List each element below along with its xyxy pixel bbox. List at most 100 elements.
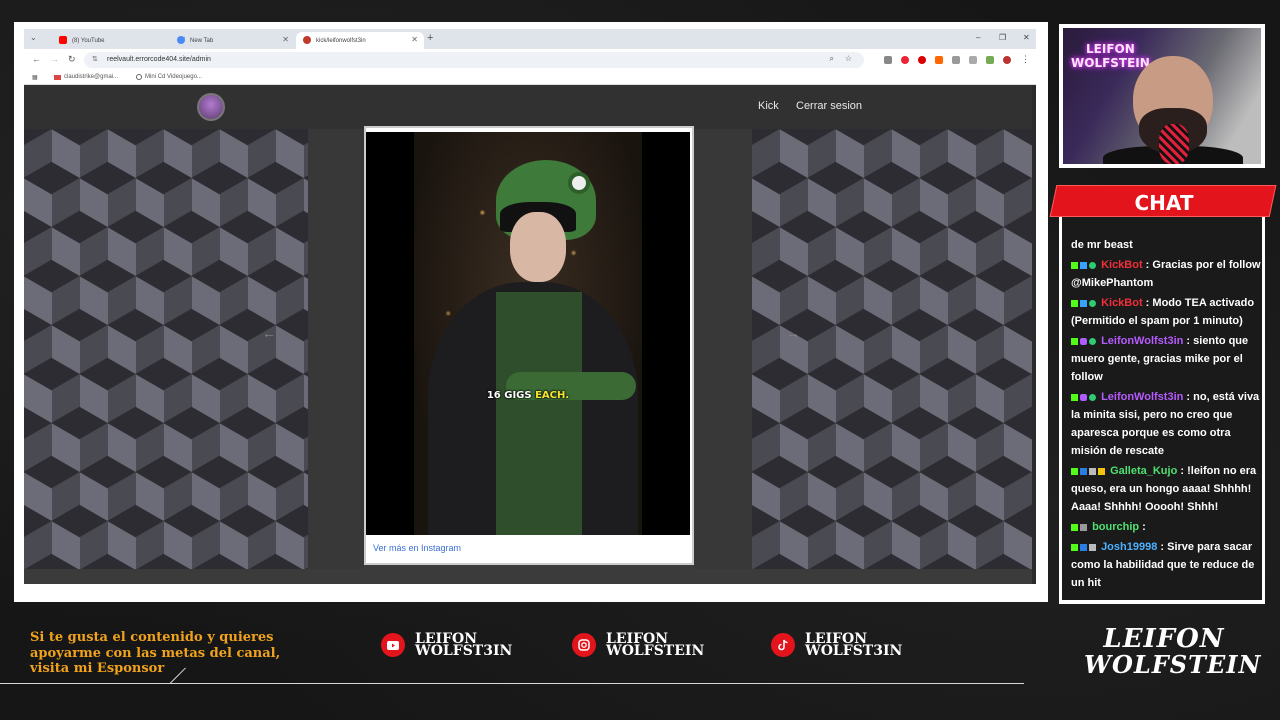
- window-close-icon[interactable]: ✕: [1023, 33, 1030, 42]
- webcam-frame: LEIFON WOLFSTEIN: [1059, 24, 1265, 168]
- zoom-search-icon[interactable]: ⌕: [830, 54, 834, 64]
- chat-username[interactable]: LeifonWolfst3in: [1101, 391, 1183, 403]
- neon-sign: LEIFON WOLFSTEIN: [1071, 42, 1150, 70]
- browser-window: ⌄ (8) YouTube ✕ New Tab ✕ kick/leifonwol…: [24, 29, 1036, 584]
- chat-username[interactable]: KickBot: [1101, 297, 1143, 309]
- profile-avatar-icon[interactable]: [1003, 56, 1011, 64]
- reload-icon[interactable]: ↻: [68, 54, 76, 65]
- chat-username[interactable]: LeifonWolfst3in: [1101, 335, 1183, 347]
- bookmarks-bar: ▦ claudistrike@gmai... Mini Cd Videojueg…: [24, 71, 1036, 85]
- url-text: reelvault.errorcode404.site/admin: [107, 56, 211, 63]
- tab-bar: ⌄ (8) YouTube ✕ New Tab ✕ kick/leifonwol…: [24, 29, 1036, 49]
- extension-icon[interactable]: [901, 56, 909, 64]
- chat-badge-icon: [1071, 337, 1078, 345]
- youtube-icon: [381, 633, 405, 657]
- chat-username[interactable]: Josh19998: [1101, 541, 1157, 553]
- background-pattern-left: [24, 129, 308, 569]
- back-arrow-icon[interactable]: ←: [32, 54, 41, 64]
- new-tab-plus-icon[interactable]: +: [427, 32, 433, 44]
- tab-kick-active[interactable]: kick/leifonwolfst3in ✕: [296, 32, 424, 49]
- neon-line: WOLFSTEIN: [1071, 56, 1150, 70]
- dim-overlay: [308, 129, 364, 569]
- close-tab-icon[interactable]: ✕: [411, 35, 418, 44]
- chat-badge-icon: [1071, 543, 1078, 551]
- site-info-icon[interactable]: ⇅: [92, 55, 98, 63]
- chat-badge-icon: [1071, 299, 1078, 307]
- bookmark-star-icon[interactable]: ☆: [845, 54, 852, 63]
- maximize-icon[interactable]: ❐: [999, 33, 1006, 42]
- bookmark-label: claudistrike@gmai...: [64, 74, 119, 80]
- view-on-instagram-link[interactable]: Ver más en Instagram: [373, 543, 461, 553]
- web-page: Kick Cerrar sesion ← → 16 GIGS EACH. Ver…: [24, 85, 1036, 584]
- chat-badge-icon: [1098, 467, 1105, 475]
- chat-message: LeifonWolfst3in : no, está viva la minit…: [1071, 391, 1260, 457]
- page-scrollbar[interactable]: [1032, 85, 1036, 584]
- previous-arrow-icon[interactable]: ←: [262, 325, 276, 341]
- site-logo-avatar[interactable]: [197, 93, 225, 121]
- tab-search-icon[interactable]: ⌄: [30, 33, 37, 42]
- extension-icon[interactable]: [986, 56, 994, 64]
- chat-message-text: de mr beast: [1071, 239, 1133, 251]
- handle-line: WOLFST3IN: [415, 643, 513, 659]
- tiktok-icon: [771, 633, 795, 657]
- site-favicon-icon: [303, 36, 311, 44]
- chat-badge-icon: [1080, 543, 1087, 551]
- social-instagram: LEIFON WOLFSTEIN: [572, 632, 705, 659]
- download-icon[interactable]: [969, 56, 977, 64]
- metamask-icon[interactable]: [935, 56, 943, 64]
- chat-username[interactable]: KickBot: [1101, 259, 1143, 271]
- tab-new-tab[interactable]: New Tab ✕: [170, 32, 295, 49]
- opera-icon[interactable]: [918, 56, 926, 64]
- chat-username[interactable]: bourchip: [1092, 521, 1139, 533]
- bookmark-videojuegos[interactable]: Mini Cd Videojuego...: [136, 74, 202, 80]
- globe-icon: [177, 36, 185, 44]
- tab-label: (8) YouTube: [72, 37, 105, 44]
- bookmark-gmail[interactable]: claudistrike@gmai...: [54, 74, 118, 80]
- chat-badge-icon: [1080, 393, 1087, 401]
- chat-badge-icon: [1071, 467, 1078, 475]
- chat-badge-icon: [1080, 523, 1087, 531]
- chat-message: KickBot : Modo TEA activado (Permitido e…: [1071, 297, 1255, 327]
- url-bar[interactable]: ⇅ reelvault.errorcode404.site/admin ⌕ ☆: [84, 52, 864, 68]
- globe-icon: [136, 74, 142, 80]
- video-caption: 16 GIGS EACH.: [366, 390, 690, 401]
- brand-line: LEIFON: [1103, 624, 1225, 654]
- extension-icon[interactable]: [884, 56, 892, 64]
- chat-message: Galleta_Kujo : !leifon no era queso, era…: [1071, 465, 1257, 513]
- instagram-embed: 16 GIGS EACH. Ver más en Instagram: [364, 126, 694, 565]
- chat-message-text: Gracias por el follow @MikePhantom: [1071, 259, 1261, 289]
- chat-badge-icon: [1089, 467, 1096, 475]
- chat-message-text: Modo TEA activado (Permitido el spam por…: [1071, 297, 1255, 327]
- nav-link-kick[interactable]: Kick: [758, 100, 779, 112]
- brand-line: WOLFSTEIN: [1084, 650, 1262, 679]
- menu-kebab-icon[interactable]: ⋮: [1021, 54, 1030, 65]
- youtube-favicon-icon: [59, 36, 67, 44]
- chat-message: KickBot : Gracias por el follow @MikePha…: [1071, 259, 1261, 289]
- handle-line: WOLFSTEIN: [606, 643, 705, 659]
- extensions-puzzle-icon[interactable]: [952, 56, 960, 64]
- brand-logo: LEIFON WOLFSTEIN: [1084, 624, 1262, 679]
- social-tiktok: LEIFON WOLFST3IN: [771, 632, 902, 658]
- next-arrow-icon[interactable]: →: [786, 325, 800, 341]
- social-handle: LEIFON WOLFST3IN: [805, 632, 902, 658]
- chat-message: Josh19998 : Sirve para sacar como la hab…: [1071, 541, 1255, 589]
- chat-badge-icon: [1089, 393, 1096, 401]
- chat-badge-icon: [1080, 299, 1087, 307]
- apps-grid-icon[interactable]: ▦: [32, 74, 38, 81]
- tab-label: kick/leifonwolfst3in: [316, 37, 366, 44]
- nav-link-cerrar-sesion[interactable]: Cerrar sesion: [796, 100, 862, 112]
- video-figure-hoodie: [496, 292, 582, 535]
- chat-badge-icon: [1080, 261, 1087, 269]
- background-pattern-right: [752, 129, 1036, 569]
- caption-highlight: EACH.: [535, 390, 570, 401]
- reel-video[interactable]: 16 GIGS EACH.: [366, 132, 690, 535]
- social-handle: LEIFON WOLFST3IN: [415, 632, 513, 659]
- chat-username[interactable]: Galleta_Kujo: [1110, 465, 1177, 477]
- forward-arrow-icon[interactable]: →: [50, 54, 59, 64]
- social-handle: LEIFON WOLFSTEIN: [606, 632, 705, 659]
- close-tab-icon[interactable]: ✕: [282, 35, 289, 44]
- gmail-icon: [54, 74, 61, 80]
- chat-message: de mr beast: [1071, 236, 1261, 254]
- chat-box: de mr beast KickBot : Gracias por el fol…: [1062, 197, 1262, 600]
- minimize-icon[interactable]: –: [976, 33, 980, 42]
